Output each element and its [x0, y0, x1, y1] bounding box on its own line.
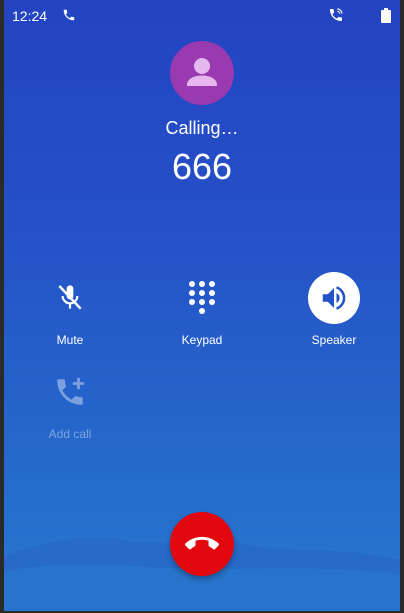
status-time: 12:24	[12, 8, 48, 24]
speaker-icon	[308, 272, 360, 324]
keypad-label: Keypad	[181, 333, 223, 347]
mute-button[interactable]: Mute	[20, 272, 120, 347]
speaker-label: Speaker	[311, 333, 357, 347]
incall-screen: 12:24 Calling… 666 Mute Keypad Speaker A…	[4, 0, 400, 611]
phone-icon	[62, 8, 76, 25]
speaker-button[interactable]: Speaker	[284, 272, 384, 347]
status-bar: 12:24	[4, 0, 400, 30]
end-call-icon	[185, 536, 219, 550]
keypad-button[interactable]: Keypad	[152, 272, 252, 347]
end-call-button[interactable]	[170, 512, 234, 576]
person-icon	[187, 58, 217, 86]
add-call-icon	[44, 366, 96, 418]
wifi-calling-icon	[328, 7, 344, 26]
mic-off-icon	[44, 272, 96, 324]
add-call-button[interactable]: Add call	[20, 366, 120, 441]
battery-icon	[381, 8, 391, 26]
call-status: Calling…	[165, 118, 239, 138]
phone-number: 666	[171, 146, 233, 187]
contact-avatar	[170, 41, 234, 105]
add-call-label: Add call	[48, 427, 92, 441]
dialpad-icon	[176, 272, 228, 324]
mute-label: Mute	[56, 333, 84, 347]
